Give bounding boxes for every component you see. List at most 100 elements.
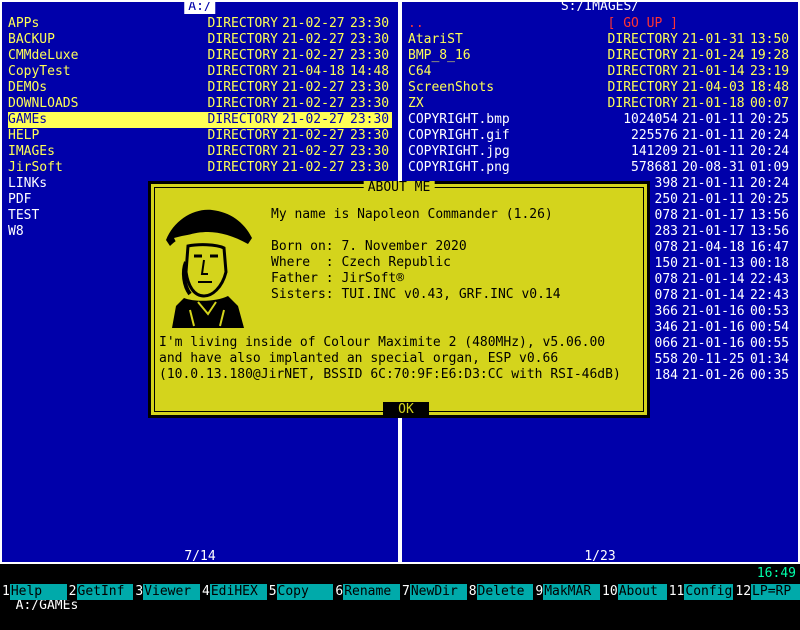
file-size: 1024054 [623, 112, 678, 127]
file-time: 00:53 [750, 304, 790, 319]
file-time: 14:48 [350, 64, 390, 79]
fkey-newdir[interactable]: 7 NewDir [400, 584, 467, 600]
file-name: COPYRIGHT.png [408, 160, 510, 175]
file-time: 01:09 [750, 160, 790, 175]
file-date: 21-01-11 [682, 112, 745, 127]
fkey-number: 9 [533, 584, 544, 600]
file-size: DIRECTORY [207, 144, 278, 159]
file-row[interactable]: ZX DIRECTORY 21-01-18 00:07 [408, 96, 792, 112]
fkey-viewer[interactable]: 3 Viewer [133, 584, 201, 600]
file-date: 21-01-17 [682, 224, 745, 239]
file-time: 23:30 [350, 128, 390, 143]
fkey-getinf[interactable]: 2 GetInf [66, 584, 134, 600]
file-date: 21-04-18 [282, 64, 345, 79]
file-row[interactable]: BACKUP DIRECTORY 21-02-27 23:30 [8, 32, 392, 48]
file-row[interactable]: DOWNLOADS DIRECTORY 21-02-27 23:30 [8, 96, 392, 112]
file-size: DIRECTORY [207, 160, 278, 175]
file-row[interactable]: COPYRIGHT.png 578681 20-08-31 01:09 [408, 160, 792, 176]
file-row[interactable]: COPYRIGHT.gif 225576 21-01-11 20:24 [408, 128, 792, 144]
file-name: JirSoft [8, 160, 63, 175]
file-date: 21-01-31 [682, 32, 745, 47]
file-row[interactable]: CMMdeLuxe DIRECTORY 21-02-27 23:30 [8, 48, 392, 64]
dialog-title: ABOUT ME [363, 181, 435, 195]
file-time: 19:28 [750, 48, 790, 63]
fkey-number: 4 [200, 584, 210, 600]
fkey-lp-rp[interactable]: 12 LP=RP [733, 584, 800, 600]
fkey-label: Delete [476, 584, 534, 600]
file-date: 21-01-14 [682, 288, 745, 303]
fkey-help[interactable]: 1 Help [0, 584, 67, 600]
file-row[interactable]: HELP DIRECTORY 21-02-27 23:30 [8, 128, 392, 144]
file-name: COPYRIGHT.bmp [408, 112, 510, 127]
fkey-edihex[interactable]: 4 EdiHEX [200, 584, 267, 600]
file-date: 21-02-27 [282, 128, 345, 143]
file-size: DIRECTORY [207, 16, 278, 31]
dialog-father: Father : JirSoft® [271, 271, 405, 286]
file-row[interactable]: BMP_8_16 DIRECTORY 21-01-24 19:28 [408, 48, 792, 64]
file-name: CMMdeLuxe [8, 48, 79, 63]
file-row[interactable]: GAMEs DIRECTORY 21-02-27 23:30 [8, 112, 392, 128]
file-date: 21-04-18 [682, 240, 745, 255]
file-name: TEST [8, 208, 40, 223]
file-time: 23:30 [350, 112, 390, 127]
file-date: 21-01-17 [682, 208, 745, 223]
file-row[interactable]: .. [ GO UP ] [408, 16, 792, 32]
file-time: 20:25 [750, 192, 790, 207]
file-date: 21-01-24 [682, 48, 745, 63]
file-row[interactable]: ScreenShots DIRECTORY 21-04-03 18:48 [408, 80, 792, 96]
file-date: 21-01-18 [682, 96, 745, 111]
command-line[interactable]: ☠ A:/GAMEs 16:49 [0, 566, 800, 613]
fkey-makmar[interactable]: 9 MakMAR [533, 584, 601, 600]
fkey-label: Copy [276, 584, 334, 600]
fkey-config[interactable]: 11 Config [666, 584, 734, 600]
file-time: 01:34 [750, 352, 790, 367]
fkey-number: 10 [600, 584, 618, 600]
file-name: .. [408, 16, 424, 31]
fkey-about[interactable]: 10 About [600, 584, 667, 600]
file-name: CopyTest [8, 64, 71, 79]
file-row[interactable]: JirSoft DIRECTORY 21-02-27 23:30 [8, 160, 392, 176]
file-name: BACKUP [8, 32, 55, 47]
fkey-label: LP=RP [751, 584, 800, 600]
dialog-line-2: and have also implanted an special organ… [159, 351, 559, 366]
fkey-rename[interactable]: 6 Rename [333, 584, 401, 600]
dialog-where: Where : Czech Republic [271, 255, 452, 270]
file-row[interactable]: COPYRIGHT.jpg 141209 21-01-11 20:24 [408, 144, 792, 160]
file-time: 13:50 [750, 32, 790, 47]
file-row[interactable]: C64 DIRECTORY 21-01-14 23:19 [408, 64, 792, 80]
file-date: 20-11-25 [682, 352, 745, 367]
file-time: 23:30 [350, 48, 390, 63]
file-name: DEMOs [8, 80, 48, 95]
fkey-number: 5 [266, 584, 277, 600]
file-name: IMAGEs [8, 144, 55, 159]
fkey-delete[interactable]: 8 Delete [466, 584, 534, 600]
fkey-copy[interactable]: 5 Copy [266, 584, 334, 600]
file-row[interactable]: COPYRIGHT.bmp 1024054 21-01-11 20:25 [408, 112, 792, 128]
file-date: 21-01-16 [682, 320, 745, 335]
right-panel-path: S:/IMAGES/ [556, 2, 644, 14]
dialog-sisters: Sisters: TUI.INC v0.43, GRF.INC v0.14 [271, 287, 561, 302]
ok-button[interactable]: OK [383, 402, 429, 417]
file-row[interactable]: CopyTest DIRECTORY 21-04-18 14:48 [8, 64, 392, 80]
file-name: APPs [8, 16, 40, 31]
file-time: 23:30 [350, 144, 390, 159]
file-size: DIRECTORY [607, 48, 678, 63]
file-time: 13:56 [750, 208, 790, 223]
file-time: 00:55 [750, 336, 790, 351]
dialog-frame: ABOUT ME My name is Napoleon Commander (… [154, 181, 644, 417]
file-row[interactable]: AtariST DIRECTORY 21-01-31 13:50 [408, 32, 792, 48]
file-size: DIRECTORY [607, 32, 678, 47]
file-size: [ GO UP ] [607, 16, 678, 31]
left-panel-counter: 7/14 [180, 550, 220, 562]
file-row[interactable]: IMAGEs DIRECTORY 21-02-27 23:30 [8, 144, 392, 160]
clock: 16:49 [756, 566, 796, 581]
file-name: ScreenShots [408, 80, 495, 95]
file-name: ZX [408, 96, 424, 111]
file-date: 21-01-11 [682, 192, 745, 207]
dialog-born: Born on: 7. November 2020 [271, 239, 467, 254]
file-date: 20-08-31 [682, 160, 745, 175]
file-row[interactable]: DEMOs DIRECTORY 21-02-27 23:30 [8, 80, 392, 96]
fkey-number: 2 [66, 584, 77, 600]
file-row[interactable]: APPs DIRECTORY 21-02-27 23:30 [8, 16, 392, 32]
file-date: 21-02-27 [282, 16, 345, 31]
